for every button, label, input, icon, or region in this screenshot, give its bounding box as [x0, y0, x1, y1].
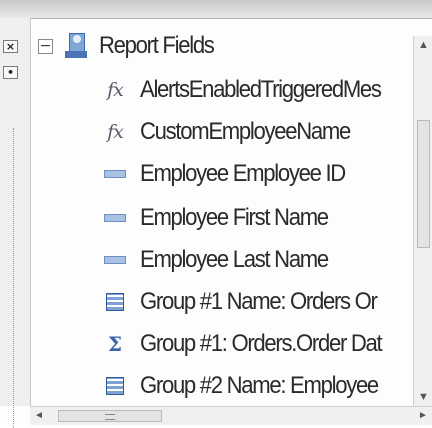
database-field-icon	[102, 162, 128, 186]
scroll-left-icon[interactable]: ◄	[30, 407, 48, 425]
gutter-divider	[13, 128, 14, 428]
tree-item-label: AlertsEnabledTriggeredMes	[140, 76, 382, 103]
tree-item[interactable]: Employee Last Name	[102, 244, 344, 276]
vertical-scrollbar[interactable]: ▲ ▼	[413, 36, 432, 406]
database-field-icon	[102, 206, 128, 230]
panel-top-border	[0, 0, 432, 19]
tree-item-label: Group #2 Name: Employee	[140, 372, 379, 399]
close-icon[interactable]: ×	[3, 40, 18, 53]
tree-item-label: CustomEmployeeName	[140, 118, 351, 145]
scroll-up-icon[interactable]: ▲	[414, 36, 432, 54]
tree-item[interactable]: fx CustomEmployeeName	[102, 116, 368, 148]
grip-icon	[105, 414, 115, 420]
formula-icon: fx	[107, 121, 124, 143]
summary-sigma-icon: Σ	[107, 332, 123, 356]
tree-item[interactable]: Σ Group #1: Orders.Order Dat	[102, 328, 402, 360]
report-fields-icon	[65, 33, 87, 59]
group-name-icon	[102, 374, 128, 398]
group-name-icon	[102, 290, 128, 314]
horizontal-scroll-thumb[interactable]	[58, 410, 162, 422]
tree-item-label: Group #1 Name: Orders Or	[140, 288, 378, 315]
scroll-right-icon[interactable]: ►	[414, 407, 432, 425]
tree-item[interactable]: Group #1 Name: Orders Or	[102, 286, 397, 318]
scroll-down-icon[interactable]: ▼	[414, 388, 432, 406]
tree-root-label: Report Fields	[99, 32, 215, 59]
tree-item-label: Group #1: Orders.Order Dat	[140, 330, 383, 357]
tree-item-label: Employee Last Name	[140, 246, 329, 273]
field-explorer-panel: × • − Report Fields fx AlertsEnabledTrig…	[0, 0, 432, 428]
tree-item-label: Employee First Name	[140, 204, 329, 231]
tree-item-label: Employee Employee ID	[140, 160, 346, 187]
collapse-icon[interactable]: −	[38, 38, 53, 54]
database-field-icon	[102, 248, 128, 272]
horizontal-scrollbar[interactable]: ◄ ►	[30, 406, 432, 425]
formula-icon: fx	[107, 79, 124, 101]
tree-item[interactable]: fx AlertsEnabledTriggeredMes	[102, 74, 402, 106]
left-gutter: × •	[0, 18, 31, 428]
tree-root-report-fields[interactable]: − Report Fields	[38, 30, 224, 62]
tree-item[interactable]: Employee First Name	[102, 202, 344, 234]
pin-icon[interactable]: •	[3, 66, 18, 79]
vertical-scroll-thumb[interactable]	[417, 120, 430, 248]
tree-item[interactable]: Group #2 Name: Employee	[102, 370, 399, 402]
tree-item[interactable]: Employee Employee ID	[102, 158, 363, 190]
